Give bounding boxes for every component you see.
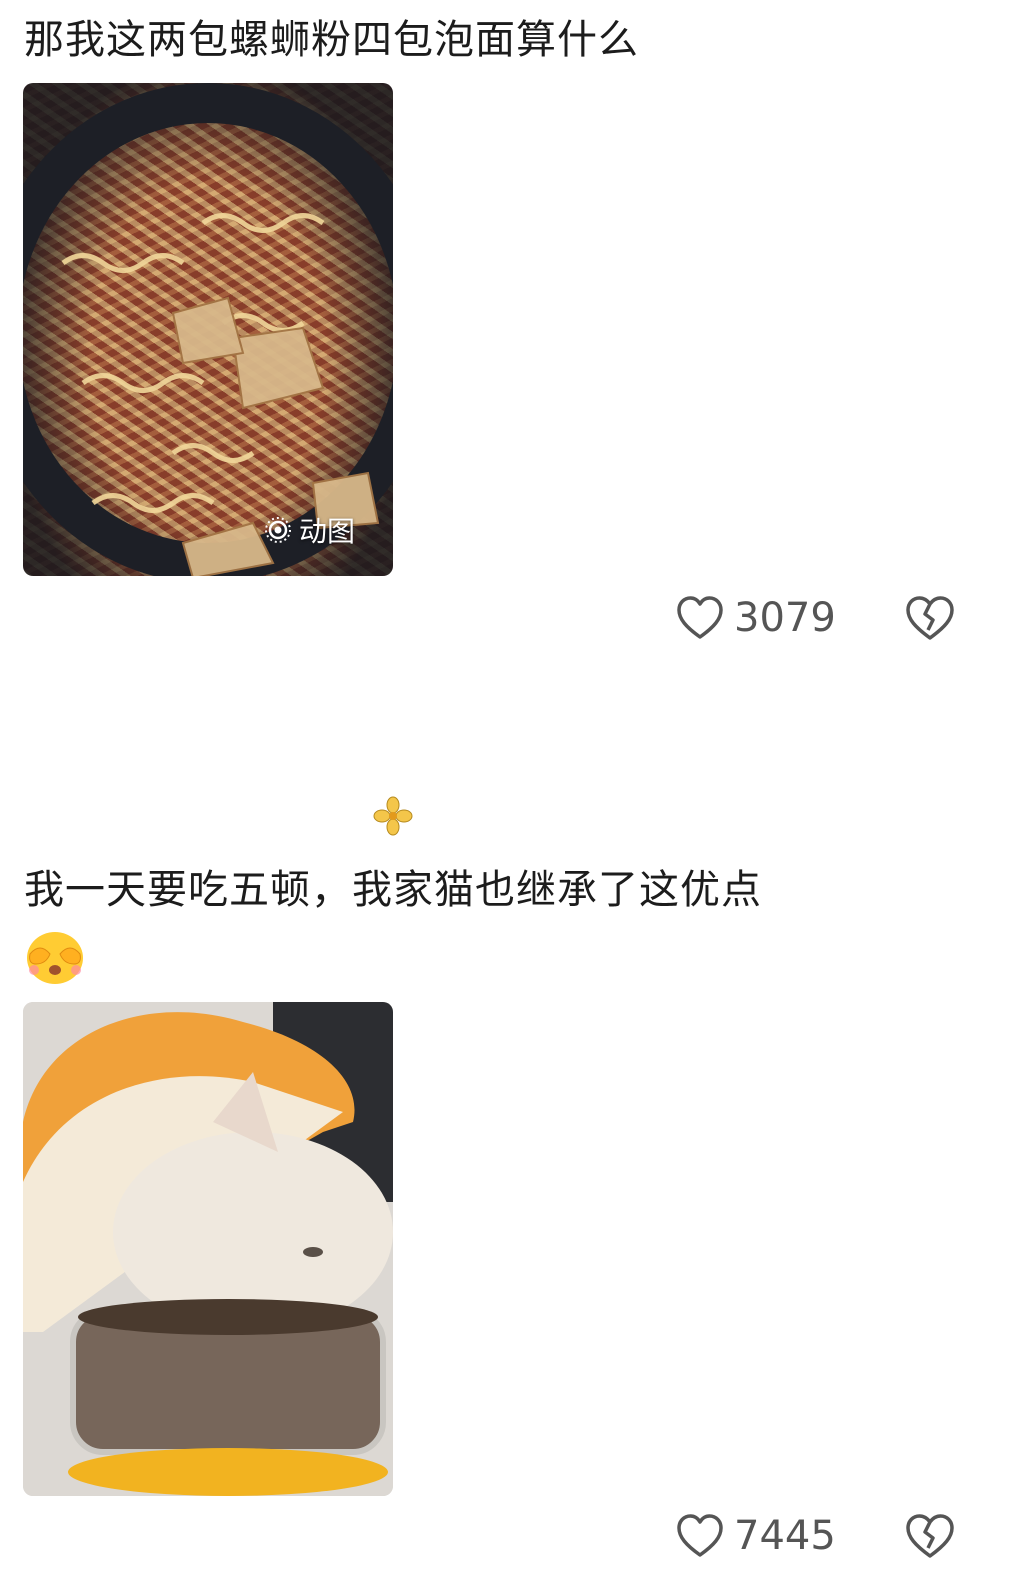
like-button[interactable]: 7445 [676,1508,836,1564]
post-image[interactable]: 动图 [23,83,393,576]
post-actions: 3079 [676,590,966,646]
food-image-illustration [23,83,393,576]
dislike-button[interactable] [904,1512,956,1564]
flower-icon [373,796,413,836]
like-count: 7445 [734,1513,836,1559]
live-photo-icon [264,517,291,543]
heart-outline-icon [677,596,723,639]
gif-badge-label: 动图 [298,515,355,548]
gif-badge: 动图 [263,510,355,550]
post-text: 我一天要吃五顿，我家猫也继承了这优点 [24,867,762,913]
post-actions: 7445 [676,1508,966,1564]
dislike-button[interactable] [904,594,956,646]
like-button[interactable]: 3079 [676,590,836,646]
cat-image-illustration [23,1002,393,1496]
broken-heart-icon [906,1514,954,1558]
heart-outline-icon [677,1514,723,1557]
post-image[interactable] [23,1002,393,1496]
like-count: 3079 [734,595,836,641]
post-text: 那我这两包螺蛳粉四包泡面算什么 [24,17,639,63]
broken-heart-icon [906,596,954,640]
face-covering-eyes-emoji [27,932,83,984]
